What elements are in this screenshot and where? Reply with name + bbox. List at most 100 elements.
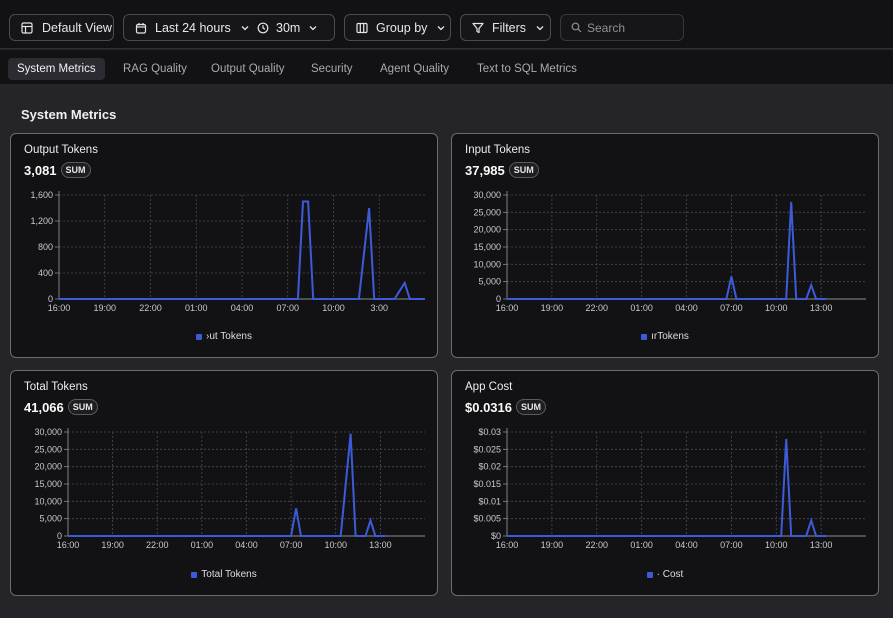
group-by-label: Group by [376,20,428,35]
y-tick-label: $0.005 [473,514,501,524]
y-tick-label: 1,200 [30,216,53,226]
app-cost-card: App Cost $0.0316 SUM $0.03 $0.025 $0.02 $0.… [451,370,879,596]
tab-system-metrics[interactable]: System Metrics [8,58,105,80]
sum-badge: SUM [508,162,539,178]
card-title: Output Tokens [24,144,98,156]
card-title: App Cost [465,381,513,393]
x-tick-label: 13:00 [810,303,833,313]
y-tick-label: 800 [38,242,53,252]
default-view-label: Default View [42,20,112,35]
legend-label: Total Tokens [201,569,257,580]
x-tick-label: 19:00 [93,303,116,313]
metric-value: 41,066 [24,399,64,415]
tab-output-quality[interactable]: Output Quality [202,58,294,80]
legend-label: ırTokens [651,331,689,342]
y-tick-label: $0.03 [478,427,501,437]
search-input[interactable] [587,20,683,35]
series-line [507,201,827,300]
y-tick-label: 5,000 [478,277,501,287]
total-tokens-card: Total Tokens 41,066 SUM 30,000 25,000 20,0… [10,370,438,596]
y-tick-label: 25,000 [34,444,62,454]
x-tick-label: 04:00 [231,303,254,313]
tab-security[interactable]: Security [302,58,362,80]
sum-badge: SUM [516,399,546,415]
chart-legend[interactable]: · Cost [452,569,878,580]
x-tick-label: 10:00 [765,540,788,550]
x-tick-label: 04:00 [675,540,698,550]
metric-value: $0.0316 [465,399,512,415]
time-range-select[interactable]: Last 24 hours [124,21,254,35]
y-tick-label: 5,000 [39,514,62,524]
x-tick-label: 22:00 [146,540,169,550]
interval-select[interactable]: 30m [254,21,320,35]
x-tick-label: 01:00 [191,540,214,550]
y-tick-label: 400 [38,268,53,278]
chevron-down-icon [238,21,252,35]
y-tick-label: 15,000 [473,242,501,252]
y-tick-label: $0.025 [473,444,501,454]
layout-icon [20,21,34,35]
chart-legend[interactable]: ırTokens [452,331,878,342]
search-box [560,14,684,41]
legend-label: · Cost [656,569,684,580]
clock-icon [256,21,270,35]
y-tick-label: 10,000 [34,496,62,506]
app-cost-chart: $0.03$0.025$0.02$0.015$0.01$0.005$016:00… [473,427,866,550]
x-tick-label: 07:00 [720,303,743,313]
tab-rag-quality[interactable]: RAG Quality [114,58,196,80]
y-tick-label: 30,000 [34,427,62,437]
metric-value: 3,081 [24,162,57,178]
x-tick-label: 19:00 [101,540,124,550]
output-tokens-card: Output Tokens 3,081 SUM 1,600 1,200 800 400… [10,133,438,358]
chevron-down-icon [306,21,320,35]
x-tick-label: 3:00 [370,303,388,313]
x-tick-label: 19:00 [541,303,564,313]
group-by-button[interactable]: Group by [344,14,451,41]
columns-icon [355,21,369,35]
x-tick-label: 10:00 [765,303,788,313]
x-tick-label: 22:00 [585,303,608,313]
tab-agent-quality[interactable]: Agent Quality [371,58,458,80]
card-value: 3,081 SUM [24,162,91,178]
chart-legend[interactable]: Total Tokens [11,569,437,580]
x-tick-label: 01:00 [185,303,208,313]
y-tick-label: 15,000 [34,479,62,489]
legend-swatch [646,571,653,578]
y-tick-label: 25,000 [473,207,501,217]
filters-button[interactable]: Filters [460,14,551,41]
x-tick-label: 13:00 [369,540,392,550]
x-tick-label: 01:00 [630,303,653,313]
x-tick-label: 04:00 [235,540,258,550]
x-tick-label: 16:00 [57,540,80,550]
x-tick-label: 04:00 [675,303,698,313]
total-tokens-chart: 30,00025,00020,00015,00010,0005,000016:0… [34,427,425,550]
x-tick-label: 07:00 [720,540,743,550]
card-title: Total Tokens [24,381,88,393]
chart-legend[interactable]: ›ut Tokens [11,331,437,342]
interval-label: 30m [276,20,301,35]
x-tick-label: 19:00 [541,540,564,550]
time-range-label: Last 24 hours [155,20,231,35]
metric-value: 37,985 [465,162,505,178]
x-tick-label: 01:00 [630,540,653,550]
x-tick-label: 07:00 [280,540,303,550]
sum-badge: SUM [60,162,91,178]
x-tick-label: 16:00 [48,303,71,313]
default-view-button[interactable]: Default View [9,14,114,41]
y-tick-label: 1,600 [30,190,53,200]
sum-badge: SUM [67,399,98,415]
legend-swatch [641,333,648,340]
filter-icon [471,21,485,35]
x-tick-label: 10:00 [324,540,347,550]
y-tick-label: 10,000 [473,259,501,269]
y-tick-label: $0.01 [478,496,501,506]
calendar-icon [134,21,148,35]
legend-swatch [191,571,198,578]
card-value: $0.0316 SUM [465,399,546,415]
x-tick-label: 10:00 [322,303,345,313]
tab-text-to-sql-metrics[interactable]: Text to SQL Metrics [468,58,586,80]
section-title: System Metrics [21,107,117,122]
y-tick-label: 30,000 [473,190,501,200]
x-tick-label: 16:00 [496,540,519,550]
chevron-down-icon [533,21,547,35]
